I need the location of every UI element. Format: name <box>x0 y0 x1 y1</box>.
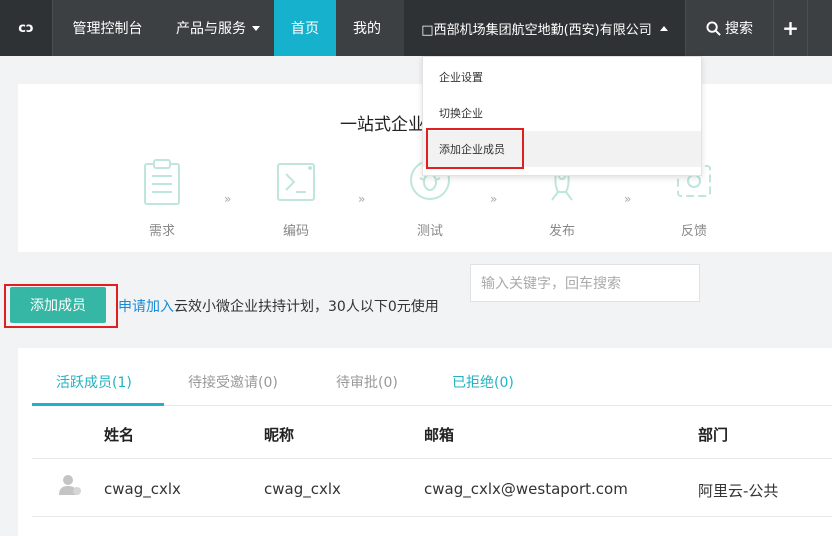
plus-icon: + <box>782 16 799 40</box>
search-icon <box>706 20 721 36</box>
step-requirement: 需求 <box>132 158 192 239</box>
step-arrow: » <box>490 192 498 206</box>
step-arrow: » <box>224 192 232 206</box>
member-tabs: 活跃成员(1) 待接受邀请(0) 待审批(0) 已拒绝(0) <box>32 364 832 406</box>
nav-search-label: 搜索 <box>725 21 753 37</box>
step-label: 编码 <box>282 224 309 239</box>
nav-home-label: 首页 <box>291 21 319 37</box>
nav-mine[interactable]: 我的 <box>336 0 398 56</box>
nav-products-label: 产品与服务 <box>176 21 246 37</box>
active-tab-indicator <box>32 403 164 406</box>
row-divider <box>32 458 832 459</box>
apply-join-link[interactable]: 申请加入 <box>118 299 174 315</box>
menu-item-enterprise-settings[interactable]: 企业设置 <box>423 59 701 95</box>
search-input[interactable]: 输入关键字，回车搜索 <box>470 264 700 302</box>
member-email: cwag_cxlx@westaport.com <box>424 480 628 498</box>
members-card: 活跃成员(1) 待接受邀请(0) 待审批(0) 已拒绝(0) 姓名 昵称 邮箱 … <box>18 348 832 536</box>
nav-console[interactable]: 管理控制台 <box>52 0 162 56</box>
logo-text: cɔ <box>18 20 34 36</box>
annotation-highlight-box <box>426 128 524 169</box>
member-department: 阿里云-公共 <box>698 482 779 500</box>
user-avatar-icon <box>59 475 81 495</box>
step-arrow: » <box>624 192 632 206</box>
nav-home[interactable]: 首页 <box>274 0 336 56</box>
company-switcher[interactable]: □西部机场集团航空地勤(西安)有限公司 <box>404 0 685 56</box>
step-label: 发布 <box>548 224 575 239</box>
step-label: 需求 <box>148 224 175 239</box>
menu-item-label: 切换企业 <box>439 107 483 120</box>
nav-mine-label: 我的 <box>353 21 381 37</box>
company-name: □西部机场集团航空地勤(西安)有限公司 <box>421 22 652 38</box>
tab-rejected[interactable]: 已拒绝(0) <box>452 372 514 392</box>
tab-pending-approval[interactable]: 待审批(0) <box>336 372 398 392</box>
member-nickname: cwag_cxlx <box>264 480 341 498</box>
row-divider <box>32 516 832 517</box>
nav-console-label: 管理控制台 <box>72 21 143 37</box>
nav-search[interactable]: 搜索 <box>685 0 773 56</box>
promo-line: 申请加入云效小微企业扶持计划，30人以下0元使用 <box>118 296 439 316</box>
top-nav-bar: cɔ 管理控制台 产品与服务 首页 我的 □西部机场集团航空地勤(西安)有限公司… <box>0 0 832 56</box>
step-label: 反馈 <box>680 224 707 239</box>
promo-text: 云效小微企业扶持计划，30人以下0元使用 <box>174 299 439 315</box>
add-new-button[interactable]: + <box>773 0 807 56</box>
menu-item-label: 企业设置 <box>439 71 483 84</box>
member-name: cwag_cxlx <box>104 480 181 498</box>
column-header-email: 邮箱 <box>424 426 455 444</box>
column-header-department: 部门 <box>698 426 729 444</box>
menu-item-switch-enterprise[interactable]: 切换企业 <box>423 95 701 131</box>
step-coding: 编码 <box>266 158 326 239</box>
tab-active-members[interactable]: 活跃成员(1) <box>56 372 132 392</box>
search-placeholder: 输入关键字，回车搜索 <box>481 276 621 292</box>
step-arrow: » <box>358 192 366 206</box>
chevron-up-icon <box>659 25 668 31</box>
hero-title: 一站式企业 <box>340 115 425 135</box>
column-header-name: 姓名 <box>104 426 135 444</box>
step-label: 测试 <box>416 224 443 239</box>
nav-products-services[interactable]: 产品与服务 <box>162 0 274 56</box>
column-header-nickname: 昵称 <box>264 426 295 444</box>
logo[interactable]: cɔ <box>0 0 52 56</box>
clipboard-icon <box>144 159 180 205</box>
terminal-icon <box>277 163 315 201</box>
nav-more[interactable] <box>807 0 823 56</box>
chevron-down-icon <box>252 25 260 31</box>
tab-pending-invites[interactable]: 待接受邀请(0) <box>188 372 278 392</box>
annotation-highlight-box <box>4 284 118 328</box>
